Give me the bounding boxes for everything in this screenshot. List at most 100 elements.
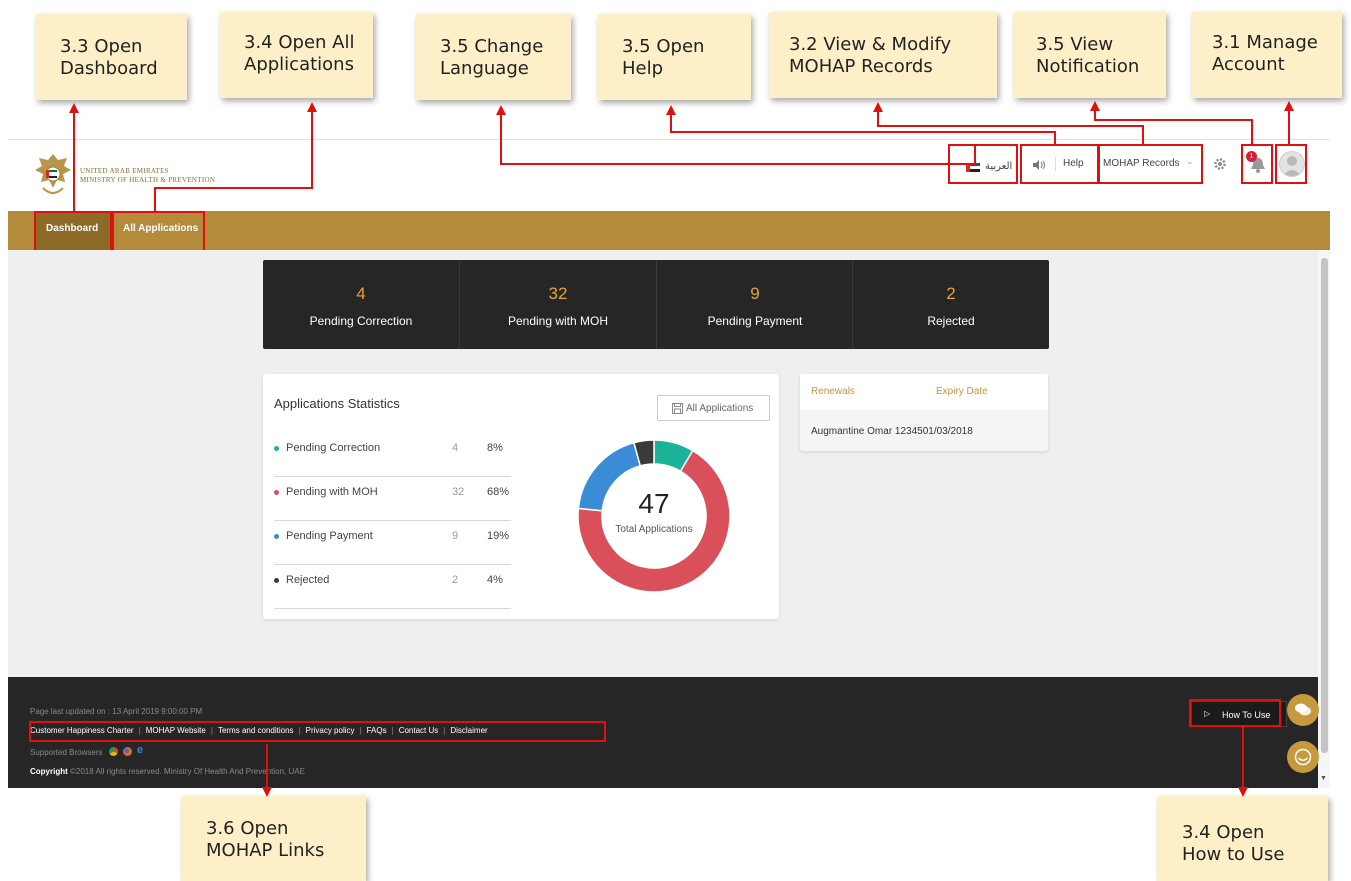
dashboard-highlight [34, 211, 112, 252]
callout-line: Applications [244, 54, 354, 75]
callout-line: Dashboard [60, 58, 158, 79]
copyright-text: ©2018 All rights reserved. Ministry Of H… [70, 767, 305, 776]
callout-line: How to Use [1182, 844, 1285, 865]
language-highlight [948, 144, 1018, 184]
callout-line: 3.2 View & Modify [789, 34, 952, 55]
stat-label: Pending with MOH [507, 314, 609, 328]
callout-open-dashboard: 3.3 Open Dashboard [36, 14, 187, 100]
legend-row-pending-payment: Pending Payment 9 19% [274, 520, 511, 565]
legend-percent: 4% [487, 574, 503, 586]
summary-stats-bar: 4 Pending Correction 32 Pending with MOH… [263, 260, 1049, 349]
legend-row-pending-with-moh: Pending with MOH 32 68% [274, 476, 511, 521]
ie-icon: e [137, 744, 144, 756]
applications-statistics-card: Applications Statistics All Applications… [263, 374, 779, 619]
legend-dot [274, 578, 279, 583]
callout-view-notification: 3.5 View Notification [1014, 12, 1166, 98]
legend-count: 2 [452, 574, 459, 586]
renewals-header: Renewals Expiry Date [800, 374, 1048, 411]
footer-links-highlight [29, 721, 606, 742]
stat-pending-correction[interactable]: 4 Pending Correction [263, 260, 459, 349]
save-icon [672, 403, 683, 414]
callout-line: 3.1 Manage [1212, 32, 1318, 53]
stat-pending-payment[interactable]: 9 Pending Payment [657, 260, 853, 349]
button-label: All Applications [686, 403, 754, 414]
legend-percent: 19% [487, 530, 510, 542]
donut-total-label: Total Applications [615, 524, 693, 535]
stat-value: 4 [356, 284, 366, 303]
renewals-row[interactable]: Augmantine Omar 1234501/03/2018 [800, 410, 1048, 451]
smile-icon [1294, 748, 1312, 766]
last-updated: Page last updated on : 13 April 2019 9:0… [30, 707, 203, 716]
callout-line: MOHAP Records [789, 56, 933, 77]
callout-open-how-to-use: 3.4 Open How to Use [1158, 796, 1328, 881]
all-applications-highlight [112, 211, 205, 252]
callout-line: MOHAP Links [206, 840, 325, 861]
legend-label: Pending Payment [286, 530, 373, 542]
legend-dot [274, 490, 279, 495]
scrollbar-thumb[interactable] [1321, 258, 1328, 753]
scroll-down-arrow[interactable]: ▼ [1320, 775, 1327, 782]
callout-manage-account: 3.1 Manage Account [1192, 12, 1342, 98]
uae-emblem-icon [35, 154, 71, 194]
legend-label: Rejected [286, 574, 330, 586]
legend-dot [274, 534, 279, 539]
stat-pending-with-moh[interactable]: 32 Pending with MOH [460, 260, 656, 349]
copyright-label: Copyright [30, 767, 68, 776]
firefox-icon [123, 747, 132, 756]
callout-line: Notification [1036, 56, 1140, 77]
help-highlight [1020, 144, 1100, 184]
legend-count: 4 [452, 442, 459, 454]
legend-count: 9 [452, 530, 459, 542]
callout-line: Account [1212, 54, 1285, 75]
stat-value: 9 [750, 284, 760, 303]
how-to-use-highlight [1189, 699, 1281, 727]
callout-line: 3.5 View [1036, 34, 1114, 55]
stat-value: 32 [548, 284, 568, 303]
callout-view-modify-records: 3.2 View & Modify MOHAP Records [769, 12, 997, 98]
renewal-entry: Augmantine Omar 1234501/03/2018 [811, 426, 973, 437]
callout-open-all-applications: 3.4 Open All Applications [220, 12, 373, 98]
chat-button[interactable] [1287, 694, 1319, 726]
callout-line: 3.4 Open All [244, 32, 355, 53]
legend-row-pending-correction: Pending Correction 4 8% [274, 432, 511, 477]
chat-icon [1295, 703, 1311, 716]
stat-label: Pending Payment [707, 314, 803, 328]
records-highlight [1097, 144, 1203, 184]
site-header: UNITED ARAB EMIRATES MINISTRY OF HEALTH … [8, 139, 1330, 212]
card-title: Applications Statistics [274, 396, 400, 411]
callout-line: Language [440, 58, 529, 79]
expiry-date-column: Expiry Date [936, 386, 988, 397]
callout-line: Help [622, 58, 664, 79]
legend-count: 32 [452, 486, 465, 498]
stat-rejected[interactable]: 2 Rejected [853, 260, 1049, 349]
stat-value: 2 [946, 284, 956, 303]
logo-subtitle: MINISTRY OF HEALTH & PREVENTION [80, 176, 216, 184]
callout-line: 3.4 Open [1182, 822, 1265, 843]
legend-percent: 8% [487, 442, 503, 454]
main-navbar: Dashboard All Applications [8, 211, 1330, 250]
legend-percent: 68% [487, 486, 510, 498]
stat-label: Pending Correction [309, 314, 413, 328]
legend-dot [274, 446, 279, 451]
renewals-column: Renewals [811, 386, 855, 397]
legend-label: Pending with MOH [286, 486, 378, 498]
callout-line: 3.5 Change [440, 36, 544, 57]
copyright: Copyright ©2018 All rights reserved. Min… [30, 767, 305, 776]
supported-browsers-label: Supported Browsers [30, 748, 103, 757]
logo-title: UNITED ARAB EMIRATES [80, 167, 169, 175]
callout-open-mohap-links: 3.6 Open MOHAP Links [182, 796, 366, 881]
legend-row-rejected: Rejected 2 4% [274, 564, 511, 609]
renewals-card: Renewals Expiry Date Augmantine Omar 123… [800, 374, 1048, 451]
donut-total: 47 [638, 488, 670, 519]
gear-icon[interactable] [1213, 157, 1227, 171]
happiness-meter-button[interactable] [1287, 741, 1319, 773]
notification-highlight [1241, 144, 1273, 184]
stat-label: Rejected [927, 314, 975, 328]
all-applications-button[interactable]: All Applications [657, 395, 770, 421]
legend-label: Pending Correction [286, 442, 381, 454]
account-highlight [1275, 144, 1307, 184]
callout-open-help: 3.5 Open Help [598, 14, 751, 100]
chrome-icon [109, 747, 118, 756]
callout-change-language: 3.5 Change Language [416, 14, 571, 100]
callout-line: 3.3 Open [60, 36, 143, 57]
